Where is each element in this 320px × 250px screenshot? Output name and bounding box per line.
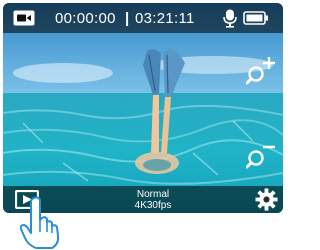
video-camera-icon[interactable] (13, 10, 35, 26)
video-resolution[interactable]: 4K30fps (113, 200, 193, 211)
pointing-hand-icon (19, 196, 60, 249)
zoom-in-icon[interactable] (246, 55, 276, 85)
camera-screen: 00:00:00 | 03:21:11 Normal 4K30fps (3, 3, 283, 213)
remaining-time: 03:21:11 (135, 10, 195, 27)
zoom-out-icon[interactable] (246, 139, 276, 169)
time-separator: | (125, 10, 130, 27)
recorded-time: 00:00:00 (55, 10, 116, 27)
status-bar: 00:00:00 | 03:21:11 (3, 3, 283, 33)
battery-icon (243, 11, 268, 25)
microphone-icon (223, 9, 237, 28)
live-preview (3, 3, 283, 213)
gear-icon[interactable] (255, 188, 278, 211)
video-mode-name[interactable]: Normal (113, 189, 193, 200)
